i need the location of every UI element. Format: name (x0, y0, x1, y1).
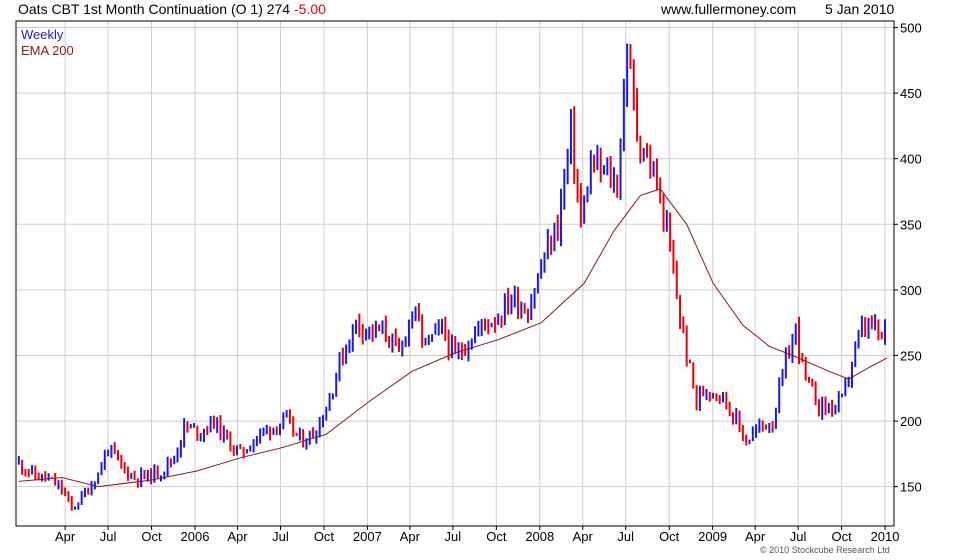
x-tick-label: Apr (400, 529, 421, 544)
x-tick-label: 2010 (871, 529, 900, 544)
x-tick-label: Jul (445, 529, 462, 544)
grid-lines (16, 21, 894, 526)
x-tick-label: Jul (790, 529, 807, 544)
x-tick-label: Oct (659, 529, 680, 544)
x-tick-label: Apr (745, 529, 766, 544)
legend-entry: EMA 200 (21, 43, 74, 58)
x-tick-label: Jul (272, 529, 289, 544)
x-tick-label: Oct (141, 529, 162, 544)
x-tick-label: Apr (227, 529, 248, 544)
plot-frame (15, 20, 895, 527)
y-axis-ticks: 150 200 250 300 350 400 450 500 (894, 21, 922, 495)
x-tick-label: 2008 (525, 529, 554, 544)
y-tick-label: 450 (900, 86, 922, 101)
x-tick-label: 2006 (181, 529, 210, 544)
legend-entry: Weekly (21, 27, 64, 42)
x-tick-label: Oct (831, 529, 852, 544)
price-chart: 150200250300350400450500 Apr Jul Oct 2006 Ap… (15, 20, 922, 555)
y-tick-label: 250 (900, 348, 922, 363)
y-tick-label: 500 (900, 21, 922, 36)
x-axis-ticks: Apr Jul Oct 2006 Apr Jul Oct 2007 Apr Jul Oct 2008 A… (55, 526, 899, 544)
y-tick-label: 150 (900, 480, 922, 495)
x-tick-label: Oct (314, 529, 335, 544)
x-tick-label: Oct (486, 529, 507, 544)
x-tick-label: Jul (100, 529, 117, 544)
y-tick-label: 300 (900, 283, 922, 298)
y-tick-label: 200 (900, 414, 922, 429)
x-tick-label: Jul (617, 529, 634, 544)
y-tick-label: 400 (900, 152, 922, 167)
legend: WeeklyEMA 200 (21, 27, 74, 58)
copyright-text: © 2010 Stockcube Research Ltd (760, 545, 890, 555)
x-tick-label: Apr (55, 529, 76, 544)
x-tick-label: 2007 (353, 529, 382, 544)
y-tick-label: 350 (900, 217, 922, 232)
x-tick-label: Apr (573, 529, 594, 544)
x-tick-label: 2009 (698, 529, 727, 544)
